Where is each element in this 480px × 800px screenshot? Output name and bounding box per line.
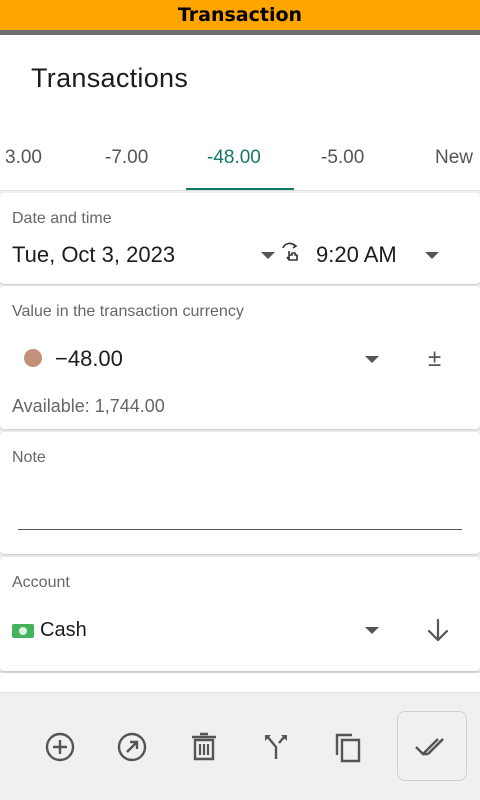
available-balance: Available: 1,744.00: [12, 396, 165, 416]
time-dropdown-icon[interactable]: [425, 252, 439, 259]
add-circle-icon: [45, 732, 75, 762]
app-bar: Transactions: [0, 35, 480, 123]
cash-banknote-icon: [12, 624, 34, 638]
value-label: Value in the transaction currency: [12, 303, 244, 320]
copy-icon: [335, 733, 361, 763]
tab-new[interactable]: New: [435, 147, 473, 169]
account-dropdown-icon[interactable]: [365, 627, 379, 634]
note-input[interactable]: [18, 492, 462, 526]
double-check-icon: [415, 738, 444, 756]
active-tab-indicator: [186, 188, 294, 190]
tab-transaction-3[interactable]: -48.00: [207, 147, 261, 169]
account-label: Account: [12, 574, 70, 591]
split-merge-icon: [265, 735, 287, 759]
delete-button[interactable]: [186, 729, 222, 765]
note-input-underline: [18, 529, 462, 530]
amount-field[interactable]: −48.00: [55, 346, 123, 372]
time-field[interactable]: 9:20 AM: [316, 242, 398, 268]
sign-toggle-button[interactable]: ±: [428, 345, 441, 373]
tab-transaction-2[interactable]: -7.00: [105, 147, 148, 169]
note-card: Note: [0, 432, 480, 554]
currency-dropdown-icon[interactable]: [365, 356, 379, 363]
split-button[interactable]: [258, 729, 294, 765]
date-field[interactable]: Tue, Oct 3, 2023: [12, 242, 175, 268]
page-title: Transactions: [31, 63, 189, 93]
currency-color-dot: [24, 349, 42, 367]
open-arrow-icon: [117, 732, 147, 762]
value-card: Value in the transaction currency −48.00…: [0, 286, 480, 429]
window-titlebar: Transaction: [0, 0, 480, 30]
note-label: Note: [12, 449, 46, 466]
datetime-label: Date and time: [12, 210, 112, 227]
next-card-edge: [0, 673, 480, 692]
copy-button[interactable]: [330, 729, 366, 765]
tab-transaction-4[interactable]: -5.00: [321, 147, 364, 169]
datetime-card: Date and time Tue, Oct 3, 2023 9:20 AM: [0, 193, 480, 284]
tab-transaction-1[interactable]: 3.00: [5, 147, 42, 169]
date-dropdown-icon[interactable]: [261, 252, 275, 259]
window-title: Transaction: [177, 4, 303, 26]
account-field[interactable]: Cash: [40, 619, 87, 642]
open-button[interactable]: [114, 729, 150, 765]
confirm-button[interactable]: [397, 711, 467, 781]
account-card: Account Cash: [0, 557, 480, 671]
transaction-tabs: 3.00 -7.00 -48.00 -5.00 New: [0, 123, 480, 191]
bottom-toolbar: [0, 692, 480, 800]
arrow-down-icon[interactable]: [426, 618, 450, 644]
add-button[interactable]: [42, 729, 78, 765]
time-zone-touch-icon[interactable]: [280, 242, 302, 264]
delete-trash-icon: [192, 732, 216, 761]
